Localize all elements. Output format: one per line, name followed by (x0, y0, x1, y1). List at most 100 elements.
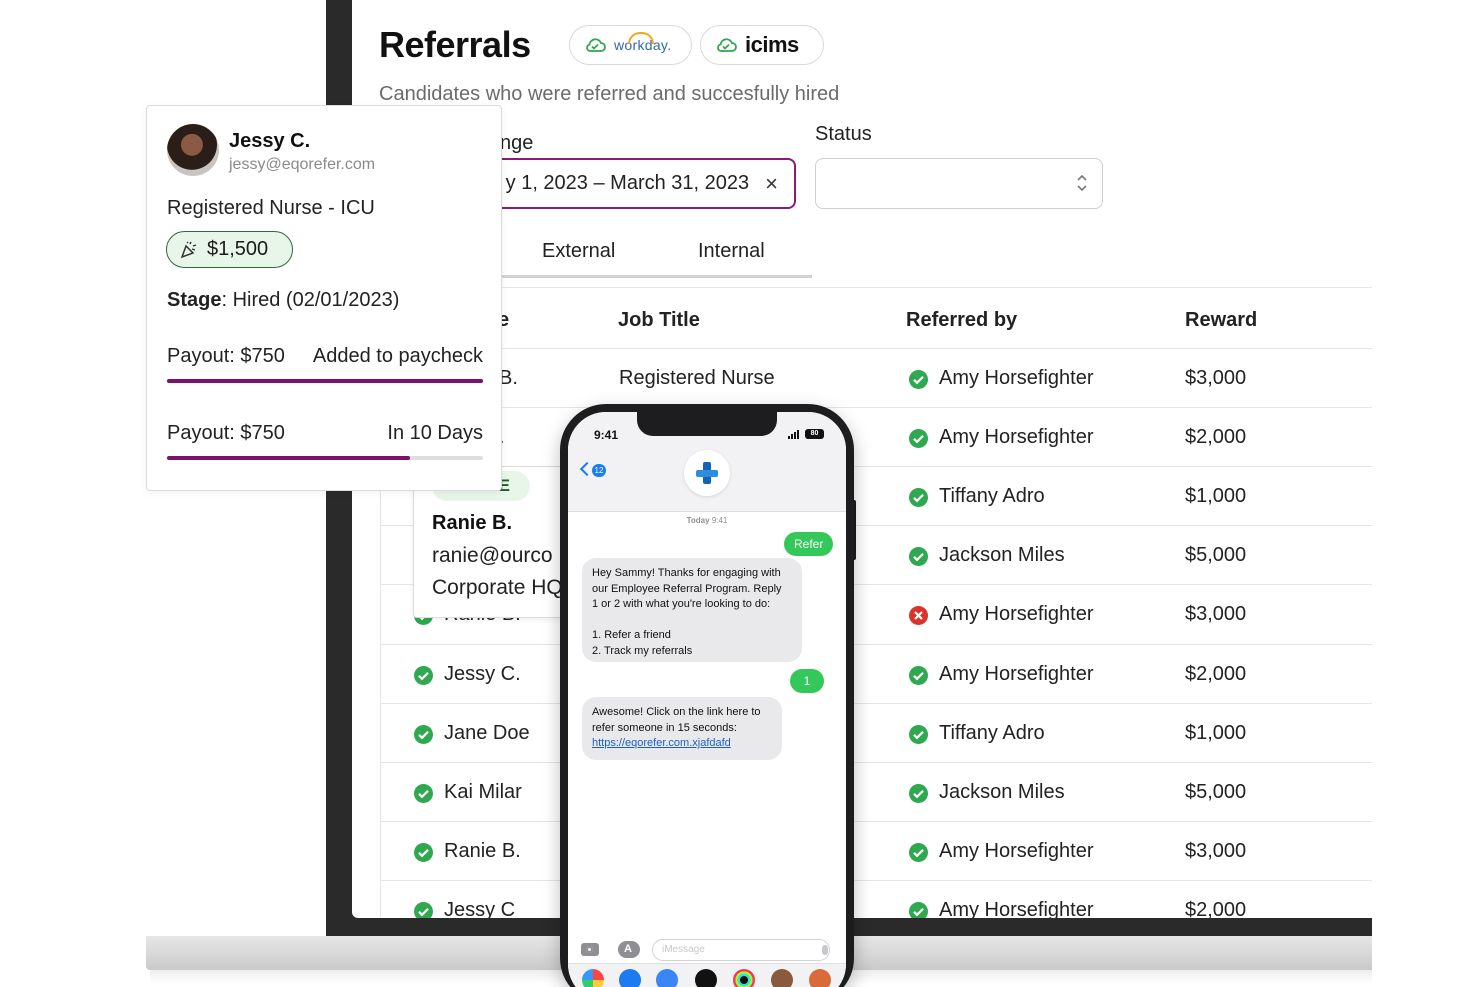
clear-icon[interactable]: × (765, 171, 778, 197)
check-circle-icon (414, 843, 433, 862)
status-indicators: 80 (788, 429, 824, 439)
reward-amount: $3,000 (1185, 603, 1247, 625)
reward-amount: $2,000 (1185, 899, 1247, 918)
payout-amount: Payout: $750 (167, 345, 285, 367)
check-circle-icon (414, 725, 433, 744)
microphone-icon[interactable] (822, 945, 828, 955)
stage-line: Stage: Hired (02/01/2023) (167, 289, 399, 312)
table-row[interactable]: Jessy C.Amy Horsefighter$2,0000 (380, 645, 1372, 704)
check-circle-icon (414, 784, 433, 803)
referral-link[interactable]: https://eqorefer.com.xjafdafd (592, 737, 731, 749)
workday-logo: workday. (614, 32, 672, 53)
check-circle-icon (909, 784, 928, 803)
check-circle-icon (909, 488, 928, 507)
tab-internal[interactable]: Internal (698, 240, 765, 263)
check-circle-icon (909, 429, 928, 448)
reward-amount: $3,000 (1185, 840, 1247, 862)
check-circle-icon (909, 843, 928, 862)
stage-value: : Hired (02/01/2023) (221, 289, 400, 311)
job-title: Registered Nurse (619, 367, 775, 389)
unread-count-badge[interactable]: 12 (592, 464, 606, 477)
table-row[interactable]: .Amy Horsefighter$2,0000 (380, 408, 1372, 467)
app-store-icon[interactable] (618, 941, 640, 958)
date-range-value: y 1, 2023 – March 31, 2023 (505, 172, 750, 194)
tab-external[interactable]: External (542, 240, 615, 263)
tabs-underline (482, 275, 812, 278)
app-store-icon[interactable] (619, 969, 641, 987)
messages-header: 9:41 80 12 (568, 412, 846, 512)
referrer-name[interactable]: Amy Horsefighter (939, 426, 1094, 449)
candidate-name: Kai Milar (444, 781, 522, 803)
imessage-input[interactable]: iMessage (652, 939, 830, 961)
candidate-name: Ranie B. (444, 840, 521, 862)
candidate-email: ranie@ourco (432, 544, 553, 567)
referrals-app: Referrals workday. icims Candidates who … (352, 0, 1372, 918)
table-body: B. Registered Nurse Amy Horsefighter $3,000… (380, 349, 1372, 918)
check-circle-icon (909, 547, 928, 566)
outgoing-message: Refer (784, 532, 834, 556)
referrer-name[interactable]: Jackson Miles (939, 781, 1065, 804)
reward-amount: $5,000 (1185, 781, 1247, 803)
referrer-name[interactable]: Amy Horsefighter (939, 663, 1094, 686)
camera-icon[interactable] (581, 943, 599, 956)
referrer-name[interactable]: Tiffany Adro (939, 722, 1045, 745)
icims-integration-badge[interactable]: icims (700, 25, 824, 65)
audio-message-icon[interactable] (656, 969, 678, 987)
table-row[interactable]: Jane DoeTiffany Adro$1,0000 (380, 704, 1372, 763)
stickers-icon[interactable] (809, 969, 831, 987)
page-title: Referrals (379, 24, 531, 65)
workday-integration-badge[interactable]: workday. (569, 25, 692, 65)
date-range-field[interactable]: y 1, 2023 – March 31, 2023 × (472, 158, 796, 209)
candidate-card-jessy[interactable]: Jessy C. jessy@eqorefer.com Registered N… (146, 105, 502, 491)
icims-logo: icims (745, 32, 799, 57)
stage-label: Stage (167, 289, 222, 311)
cloud-check-icon (715, 37, 737, 53)
battery-icon: 80 (805, 429, 824, 439)
incoming-message: Awesome! Click on the link here to refer… (582, 697, 782, 760)
payout-status: In 10 Days (387, 422, 483, 444)
reward-amount: $3,000 (1185, 367, 1247, 389)
payout-row: Payout: $750 In 10 Days (167, 422, 483, 445)
column-header-job-title[interactable]: Job Title (618, 309, 700, 332)
referrer-name[interactable]: Amy Horsefighter (939, 899, 1094, 918)
table-row[interactable]: Ranie B.Amy Horsefighter$3,0000 (380, 822, 1372, 881)
referrer-name[interactable]: Amy Horsefighter (939, 367, 1094, 390)
imessage-app-tray (568, 963, 846, 987)
message-timestamp: Today 9:41 (686, 516, 728, 525)
chevron-updown-icon (1077, 174, 1087, 192)
payout-progress-bar (167, 456, 483, 460)
candidate-location: Corporate HQ (432, 576, 563, 599)
apple-cash-icon[interactable] (695, 969, 717, 987)
date-range-label: nge (500, 132, 534, 154)
payout-status: Added to paycheck (312, 345, 483, 367)
check-circle-icon (909, 725, 928, 744)
table-row[interactable]: Jessy CAmy Horsefighter$2,0000 (380, 881, 1372, 918)
reward-amount: $1,500 (207, 238, 269, 260)
candidate-name: Jane Doe (444, 722, 530, 744)
column-header-reward[interactable]: Reward (1185, 309, 1257, 332)
reward-amount: $1,000 (1185, 722, 1247, 744)
referrer-name[interactable]: Amy Horsefighter (939, 603, 1094, 626)
table-row[interactable]: B. Registered Nurse Amy Horsefighter $3,000… (380, 349, 1372, 408)
payout-amount: Payout: $750 (167, 422, 285, 444)
referrer-name[interactable]: Tiffany Adro (939, 485, 1045, 508)
activity-icon[interactable] (733, 969, 755, 987)
referrer-name[interactable]: Amy Horsefighter (939, 840, 1094, 863)
phone-mockup: 9:41 80 12 Today 9:41 Refer Hey Sammy! T… (560, 404, 854, 987)
reward-amount: $5,000 (1185, 544, 1247, 566)
signal-icon (788, 429, 801, 439)
table-row[interactable]: Kai MilarJackson Miles$5,0000 (380, 763, 1372, 822)
column-header-referred-by[interactable]: Referred by (906, 309, 1017, 332)
payout-progress-fill (167, 379, 483, 383)
contact-avatar[interactable] (684, 450, 730, 496)
photos-icon[interactable] (582, 969, 604, 987)
reward-amount: $2,000 (1185, 663, 1247, 685)
check-circle-icon (414, 666, 433, 685)
status-time: 9:41 (594, 428, 619, 442)
status-select[interactable] (815, 158, 1103, 209)
payout-progress-bar (167, 379, 483, 383)
memoji-icon[interactable] (771, 969, 793, 987)
party-popper-icon (180, 241, 197, 258)
referrer-name[interactable]: Jackson Miles (939, 544, 1065, 567)
messages-screen: 9:41 80 12 Today 9:41 Refer Hey Sammy! T… (568, 412, 846, 987)
